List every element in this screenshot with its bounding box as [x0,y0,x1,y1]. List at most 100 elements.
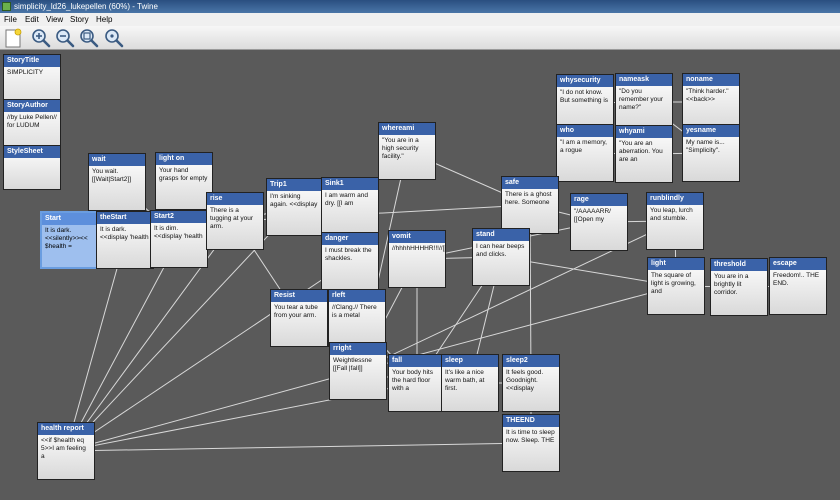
passage-title: nameask [616,74,672,86]
passage-excerpt: It is dim. <<display 'health [154,225,203,240]
passage-title: rleft [329,290,385,302]
twine-app-icon [2,2,11,11]
passage-theend[interactable]: THEEND It is time to sleep now. Sleep. T… [502,414,560,472]
passage-sleep[interactable]: sleep It's like a nice warm bath, at fir… [441,354,499,412]
passage-title: danger [322,233,378,245]
passage-excerpt: //Clang.// There is a metal [332,304,377,319]
passage-title: whysecurity [557,75,613,87]
zoom-out-icon [56,29,75,48]
passage-fall[interactable]: fall Your body hits the hard floor with … [388,354,446,412]
passage-trip1[interactable]: Trip1 I'm sinking again. <<display [266,178,324,236]
zoom-in-button[interactable] [31,28,51,48]
passage-excerpt: You wait. [[Wait|Start2]] [92,168,132,183]
passage-rage[interactable]: rage "/AAAAARR/ [[Open my [570,193,628,251]
passage-start2[interactable]: Start2 It is dim. <<display 'health [150,210,208,268]
passage-title: wait [89,154,145,166]
new-passage-icon [5,28,22,48]
new-passage-button[interactable] [3,28,23,48]
passage-healthreport[interactable]: health report <<if $health eq 5>>I am fe… [37,422,95,480]
menu-view[interactable]: View [46,13,63,26]
passage-stylesheet[interactable]: StyleSheet [3,145,61,190]
zoom-out-button[interactable] [55,28,75,48]
passage-light[interactable]: light The square of light is growing, an… [647,257,705,315]
passage-who[interactable]: who "I am a memory, a rogue [556,124,614,182]
passage-excerpt: "You are an aberration. You are an [619,140,663,163]
passage-thestart[interactable]: theStart It is dark. <<display 'health [96,211,154,269]
zoom-fit-icon [80,29,99,48]
passage-title: StoryTitle [4,55,60,67]
zoom-in-icon [32,29,51,48]
passage-wait[interactable]: wait You wait. [[Wait|Start2]] [88,153,146,211]
passage-title: Start [42,213,96,225]
passage-title: noname [683,74,739,86]
passage-title: Start2 [151,211,207,223]
passage-title: rright [330,343,386,355]
passage-whyami[interactable]: whyami "You are an aberration. You are a… [615,125,673,183]
passage-excerpt: I'm sinking again. <<display [270,193,318,208]
passage-rleft[interactable]: rleft //Clang.// There is a metal [328,289,386,347]
link-rright-healthreport [65,370,359,452]
menu-story[interactable]: Story [70,13,89,26]
passage-rise[interactable]: rise There is a tugging at your arm. [206,192,264,250]
passage-title: Sink1 [322,178,378,190]
passage-title: StoryAuthor [4,100,60,112]
passage-title: runblindly [647,193,703,205]
passage-sink1[interactable]: Sink1 I am warm and dry. [[I am [321,177,379,235]
passage-rright[interactable]: rright Weightlessne [[Fall |fall]] [329,342,387,400]
passage-noname[interactable]: noname "Think harder." <<back>> [682,73,740,131]
passage-title: whereami [379,123,435,135]
passage-title: rise [207,193,263,205]
passage-whereami[interactable]: whereami "You are in a high security fac… [378,122,436,180]
story-map-canvas[interactable]: StoryTitle SIMPLICITY StoryAuthor //by L… [0,50,840,500]
passage-resist[interactable]: Resist You tear a tube from your arm. [270,289,328,347]
zoom-actual-button[interactable] [104,28,124,48]
link-start2-healthreport [65,238,180,452]
passage-lighton[interactable]: light on Your hand grasps for empty [155,152,213,210]
passage-threshold[interactable]: threshold You are in a brightly lit corr… [710,258,768,316]
passage-yesname[interactable]: yesname My name is... "Simplicity". [682,124,740,182]
passage-escape[interactable]: escape Freedom!.. THE END. [769,257,827,315]
passage-stand[interactable]: stand I can hear beeps and clicks. [472,228,530,286]
passage-sleep2[interactable]: sleep2 It feels good. Goodnight. <<displ… [502,354,560,412]
toolbar [0,26,840,50]
title-bar: simplicity_ld26_lukepellen (60%) - Twine [0,0,840,13]
window-title: simplicity_ld26_lukepellen (60%) - Twine [14,2,158,11]
passage-title: safe [502,177,558,189]
passage-excerpt: "You are in a high security facility." [382,137,419,160]
passage-excerpt: //hhhhHHHHR!!!//[[Stand [392,245,445,252]
passage-excerpt: I am warm and dry. [[I am [325,192,368,207]
passage-excerpt: I can hear beeps and clicks. [476,243,525,258]
passage-danger[interactable]: danger I must break the shackles. [321,232,379,290]
passage-excerpt: It is dark. <<silently>><< $health = [42,225,96,267]
passage-title: stand [473,229,529,241]
passage-excerpt: Your body hits the hard floor with a [392,369,433,392]
passage-title: fall [389,355,445,367]
passage-title: who [557,125,613,137]
passage-excerpt: Freedom!.. THE END. [773,272,820,287]
menu-help[interactable]: Help [96,13,112,26]
menu-edit[interactable]: Edit [25,13,39,26]
passage-excerpt: It is time to sleep now. Sleep. THE [506,429,555,444]
passage-start[interactable]: Start It is dark. <<silently>><< $health… [40,211,98,269]
passage-title: whyami [616,126,672,138]
passage-excerpt: The square of light is growing, and [651,272,696,295]
passage-excerpt: "I am a memory, a rogue [560,139,607,154]
passage-title: threshold [711,259,767,271]
passage-title: Trip1 [267,179,323,191]
passage-excerpt: Your hand grasps for empty [159,167,208,182]
passage-excerpt: My name is... "Simplicity". [686,139,725,154]
passage-safe[interactable]: safe There is a ghost here. Someone [501,176,559,234]
passage-excerpt: "/AAAAARR/ [[Open my [574,208,611,223]
passage-excerpt: It feels good. Goodnight. <<display [506,369,544,392]
passage-excerpt [4,158,60,189]
passage-nameask[interactable]: nameask "Do you remember your name?" [615,73,673,131]
passage-vomit[interactable]: vomit //hhhhHHHHR!!!//[[Stand [388,230,446,288]
zoom-fit-button[interactable] [79,28,99,48]
passage-excerpt: You are in a brightly lit corridor. [714,273,749,296]
passage-excerpt: You tear a tube from your arm. [274,304,318,319]
passage-title: yesname [683,125,739,137]
passage-runblindly[interactable]: runblindly You leap, lurch and stumble. [646,192,704,250]
passage-title: theStart [97,212,153,224]
menu-file[interactable]: File [4,13,17,26]
passage-title: escape [770,258,826,270]
